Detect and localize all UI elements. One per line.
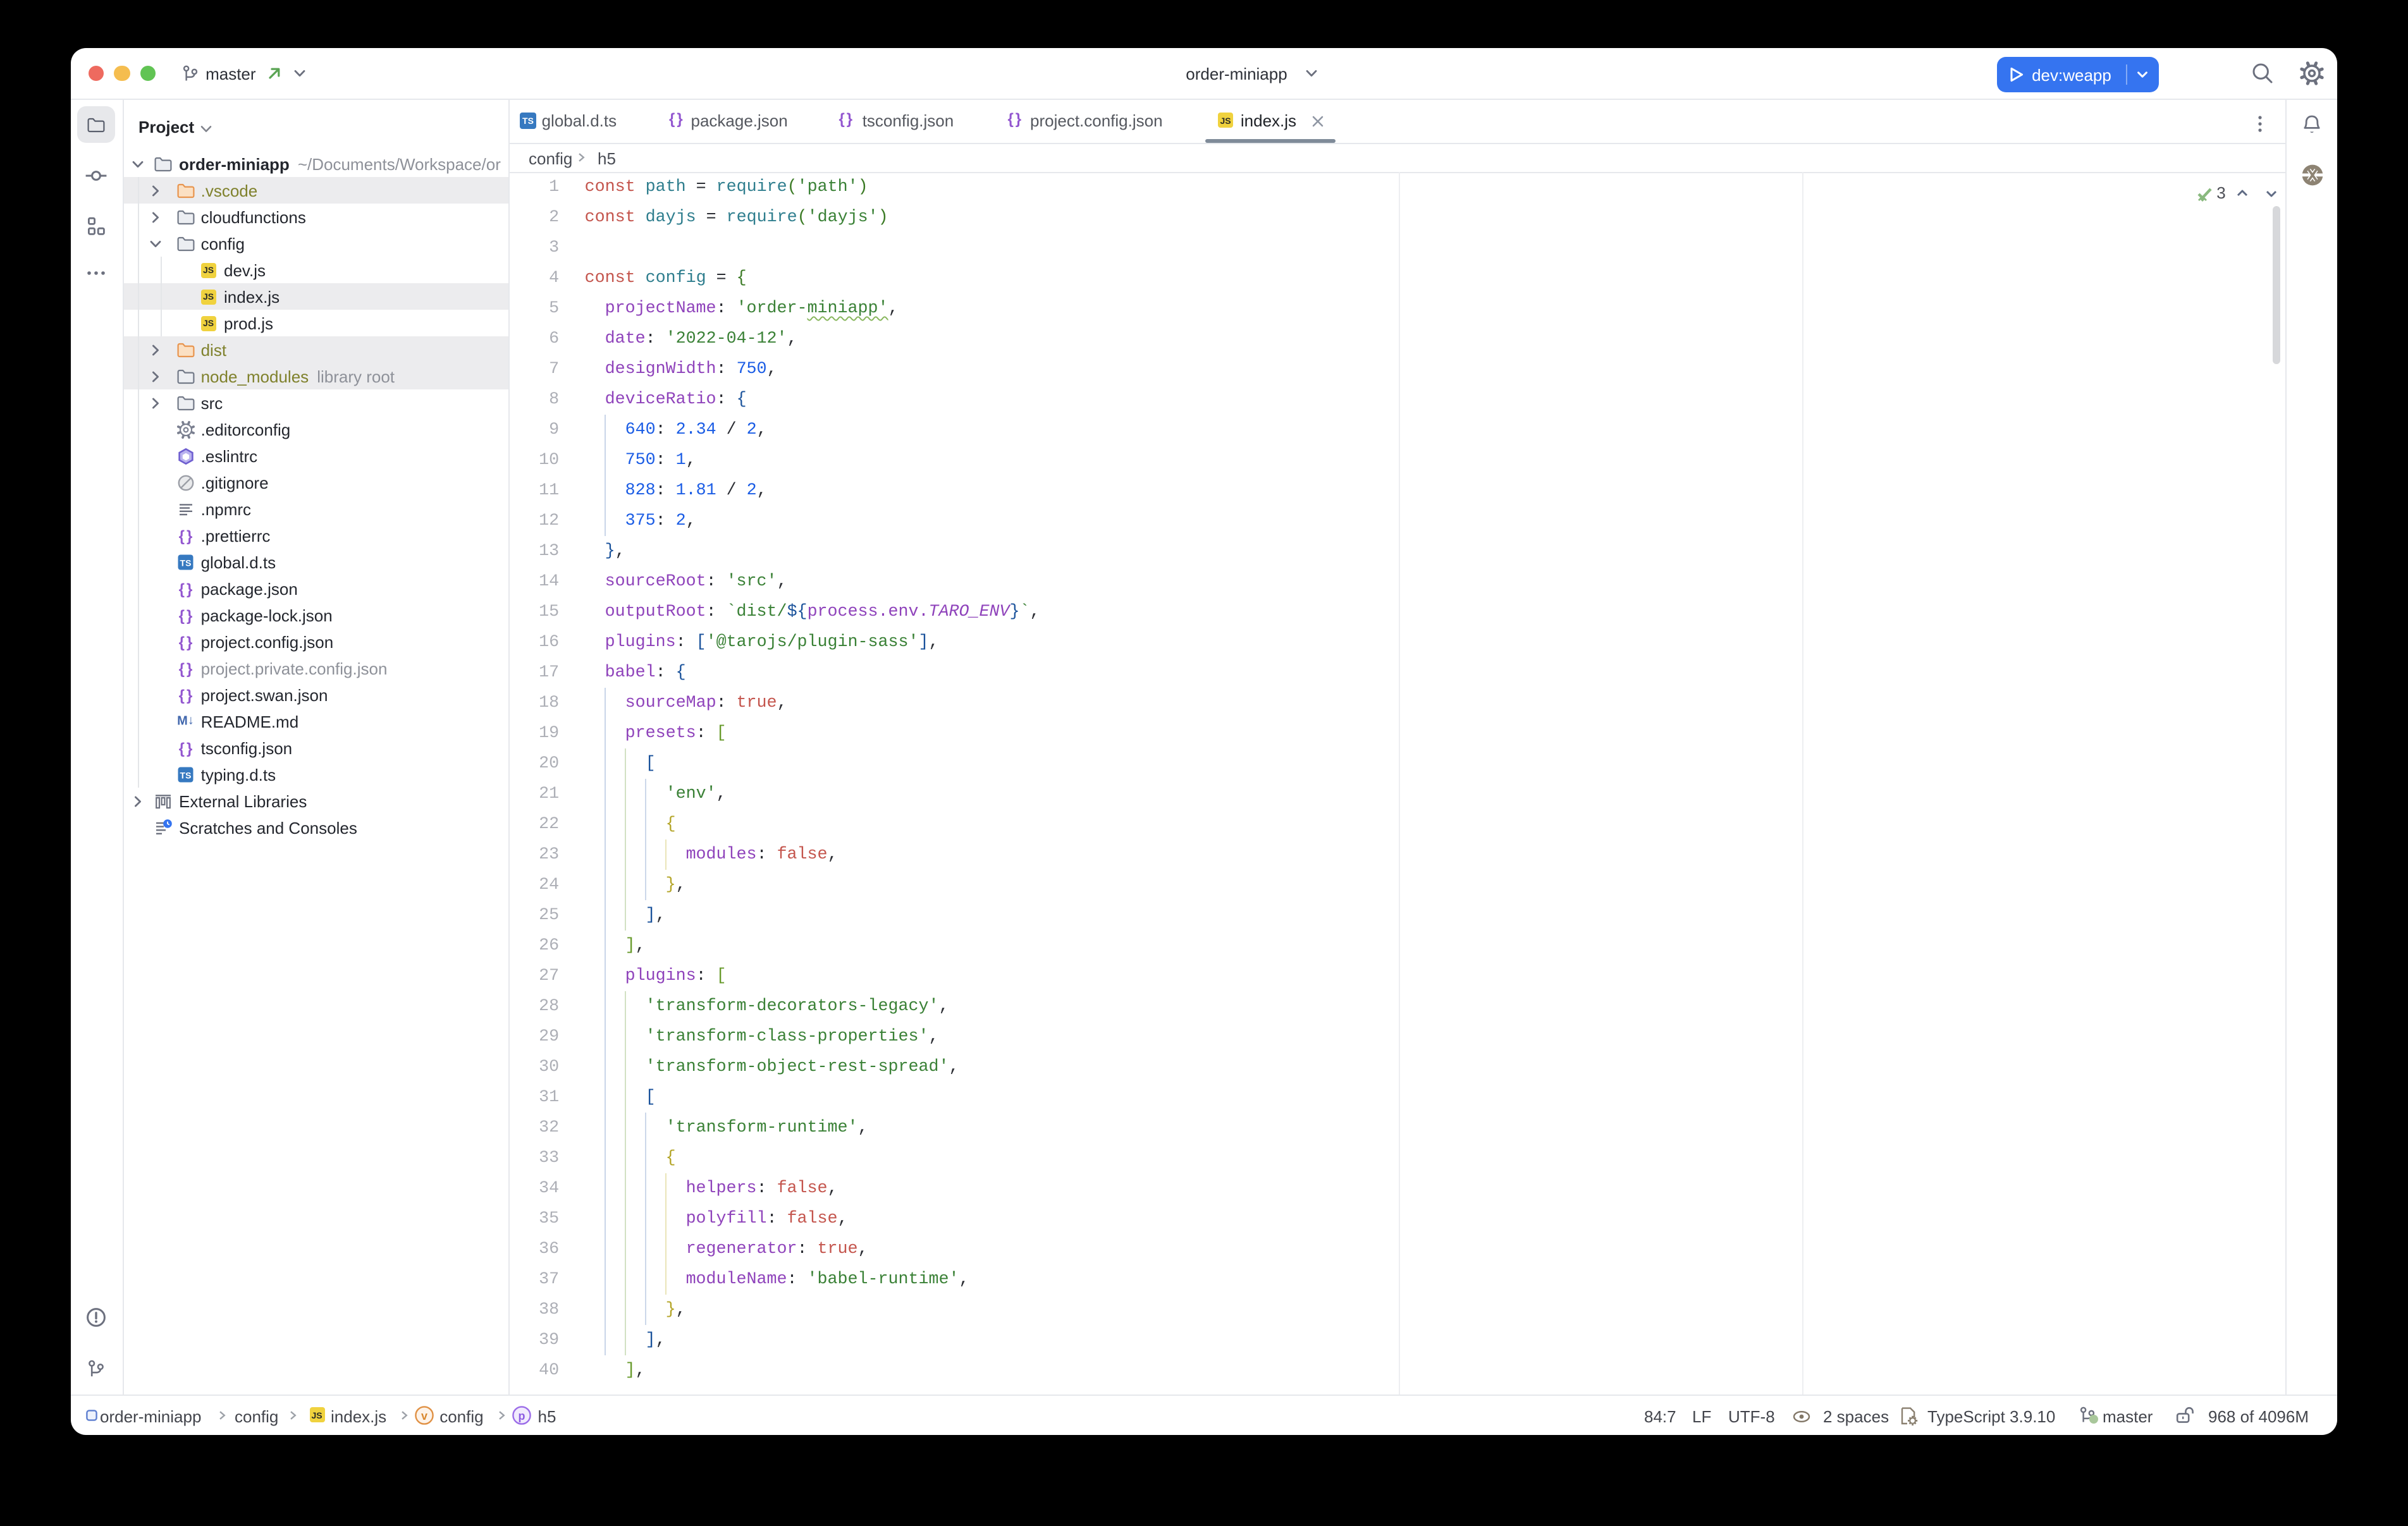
svg-text:p: p [519, 1410, 525, 1422]
svg-text:v: v [422, 1410, 428, 1422]
